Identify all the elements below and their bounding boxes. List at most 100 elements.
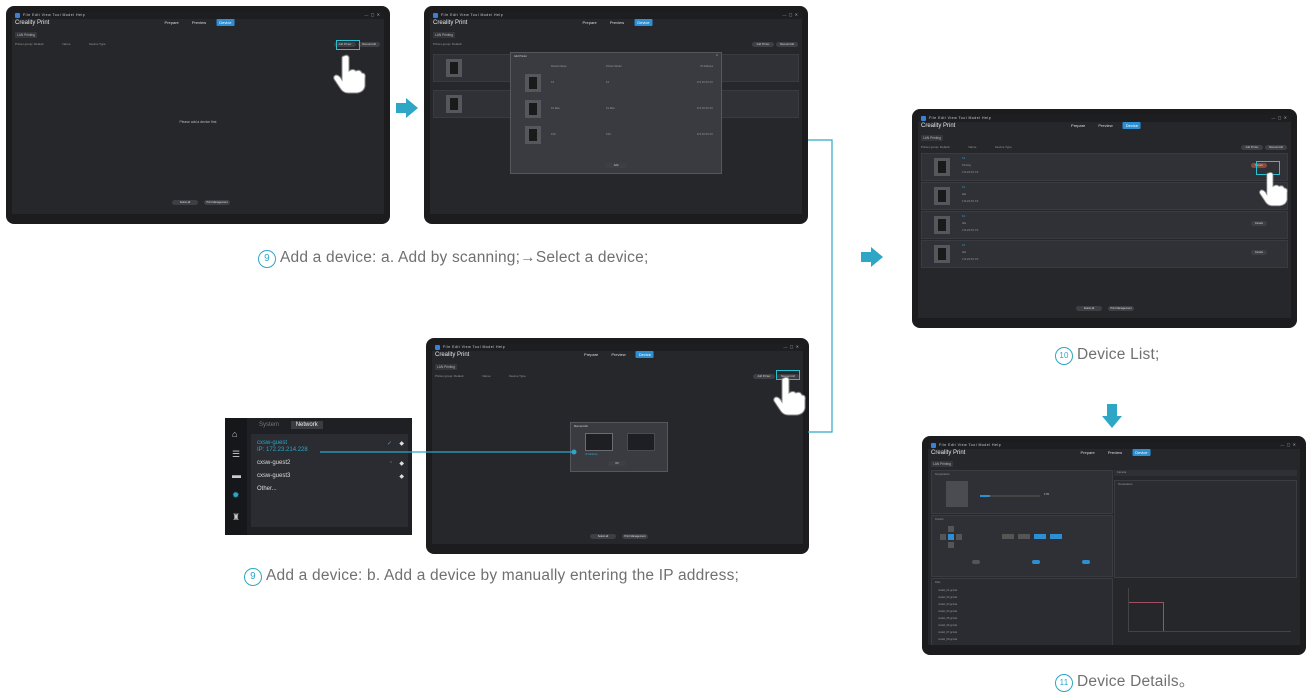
filter-type[interactable]: Device Type [995, 145, 1011, 149]
control-button[interactable] [1018, 534, 1030, 539]
filter-name[interactable]: Name [968, 145, 976, 149]
toggle-switch[interactable] [1082, 560, 1090, 564]
tab-preview[interactable]: Preview [1105, 449, 1125, 456]
tab-device[interactable]: Device [635, 351, 654, 358]
subtab-lan[interactable]: LAN Printing [435, 364, 457, 370]
menu-bar[interactable]: File Edit View Tool Model Help [441, 13, 503, 17]
file-row[interactable]: model_03.gcode [938, 603, 957, 606]
details-button[interactable]: Details [1251, 221, 1267, 226]
app-logo-icon [433, 13, 438, 18]
tab-system[interactable]: System [259, 422, 279, 428]
add-printer-button[interactable]: Add Printer [1241, 145, 1263, 150]
subtab-lan[interactable]: LAN Printing [15, 32, 37, 38]
control-button[interactable] [1002, 534, 1014, 539]
jog-left-button[interactable] [940, 534, 946, 540]
window-controls[interactable]: — ▢ ✕ [364, 12, 380, 17]
tab-device[interactable]: Device [1132, 449, 1151, 456]
device-row[interactable]: K1 Idle 172.23.XX.XX Details [921, 240, 1288, 268]
screenshot-scan-dialog: File Edit View Tool Model Help — ▢ ✕ Cre… [424, 6, 808, 224]
device-row[interactable]: K1 Printing 172.23.XX.XX Details [921, 153, 1288, 181]
tab-prepare[interactable]: Prepare [1078, 449, 1098, 456]
folder-icon[interactable]: ▬ [232, 470, 241, 480]
jog-right-button[interactable] [956, 534, 962, 540]
home-icon[interactable]: ⌂ [232, 429, 237, 439]
window-controls[interactable]: — ▢ ✕ [1280, 442, 1296, 447]
manual-add-button[interactable]: Manual Add [358, 42, 380, 47]
window-controls[interactable]: — ▢ ✕ [783, 344, 799, 349]
wifi-ssid[interactable]: cxsw-guest3 [257, 473, 290, 479]
file-row[interactable]: model_01.gcode [938, 589, 957, 592]
device-row[interactable]: K1 Idle 172.23.XX.XX Details [921, 211, 1288, 239]
subtab-lan[interactable]: LAN Printing [931, 461, 953, 467]
menu-bar[interactable]: File Edit View Tool Model Help [939, 443, 1001, 447]
wifi-ssid[interactable]: cxsw-guest2 [257, 460, 290, 466]
print-management-button[interactable]: Print Management [622, 534, 648, 539]
control-button[interactable] [1050, 534, 1062, 539]
file-row[interactable]: model_08.gcode [938, 638, 957, 641]
filter-group[interactable]: Printer group: Default [433, 42, 462, 46]
ok-button[interactable]: OK [608, 461, 626, 466]
toggle-switch[interactable] [972, 560, 980, 564]
manual-add-button[interactable]: Manual Add [1265, 145, 1287, 150]
print-management-button[interactable]: Print Management [1108, 306, 1134, 311]
select-all-button[interactable]: Select all [1076, 306, 1102, 311]
tab-network[interactable]: Network [290, 421, 323, 429]
tab-device[interactable]: Device [216, 19, 235, 26]
window-controls[interactable]: — ▢ ✕ [1271, 115, 1287, 120]
details-button[interactable]: Details [1251, 250, 1267, 255]
filter-name[interactable]: Name [482, 374, 490, 378]
device-status: Printing [962, 164, 971, 167]
tab-preview[interactable]: Preview [607, 19, 627, 26]
printer-icon[interactable]: ♜ [232, 512, 240, 523]
jog-down-button[interactable] [948, 542, 954, 548]
add-printer-button[interactable]: Add Printer [752, 42, 774, 47]
subtab-lan[interactable]: LAN Printing [433, 32, 455, 38]
file-row[interactable]: model_07.gcode [938, 631, 957, 634]
tab-preview[interactable]: Preview [1095, 122, 1115, 129]
jog-up-button[interactable] [948, 526, 954, 532]
file-row[interactable]: model_02.gcode [938, 596, 957, 599]
tab-device[interactable]: Device [634, 19, 653, 26]
tab-preview[interactable]: Preview [608, 351, 628, 358]
scan-row[interactable]: K1 K1 172.16.XX.XX [511, 71, 721, 95]
tab-device[interactable]: Device [1122, 122, 1141, 129]
filter-type[interactable]: Device Type [89, 42, 105, 46]
scan-row[interactable]: K1 Max K1 Max 172.16.XX.XX [511, 97, 721, 121]
window-controls[interactable]: — ▢ ✕ [782, 12, 798, 17]
tab-prepare[interactable]: Prepare [162, 19, 182, 26]
filter-group[interactable]: Printer group: Default [15, 42, 44, 46]
tab-prepare[interactable]: Prepare [580, 19, 600, 26]
select-all-button[interactable]: Select all [172, 200, 198, 205]
menu-bar[interactable]: File Edit View Tool Model Help [929, 116, 991, 120]
filter-name[interactable]: Name [62, 42, 70, 46]
tab-preview[interactable]: Preview [189, 19, 209, 26]
device-row[interactable]: K1 Idle 172.23.XX.XX [921, 182, 1288, 210]
menu-bar[interactable]: File Edit View Tool Model Help [23, 13, 85, 17]
close-icon[interactable]: ✕ [716, 54, 718, 57]
home-button[interactable] [948, 534, 954, 540]
print-management-button[interactable]: Print Management [204, 200, 230, 205]
menu-bar[interactable]: File Edit View Tool Model Help [443, 345, 505, 349]
wifi-ssid[interactable]: cxsw-guest [257, 440, 287, 446]
device-option-card[interactable] [585, 433, 613, 451]
device-name: K1C [551, 133, 557, 136]
wifi-other[interactable]: Other... [257, 486, 277, 492]
control-button[interactable] [1034, 534, 1046, 539]
manual-add-button[interactable]: Manual Add [776, 42, 798, 47]
gear-icon[interactable]: ✹ [232, 490, 240, 501]
file-row[interactable]: model_04.gcode [938, 610, 957, 613]
toggle-switch[interactable] [1032, 560, 1040, 564]
tab-prepare[interactable]: Prepare [581, 351, 601, 358]
subtab-lan[interactable]: LAN Printing [921, 135, 943, 141]
file-row[interactable]: model_05.gcode [938, 617, 957, 620]
filter-group[interactable]: Printer group: Default [921, 145, 950, 149]
device-option-card[interactable] [627, 433, 655, 451]
list-icon[interactable]: ☰ [232, 449, 240, 460]
filter-group[interactable]: Printer group: Default [435, 374, 464, 378]
select-all-button[interactable]: Select all [590, 534, 616, 539]
add-selected-button[interactable]: Add [605, 163, 627, 168]
scan-row[interactable]: K1C K1C 172.16.XX.XX [511, 123, 721, 147]
tab-prepare[interactable]: Prepare [1068, 122, 1088, 129]
filter-type[interactable]: Device Type [509, 374, 525, 378]
file-row[interactable]: model_06.gcode [938, 624, 957, 627]
